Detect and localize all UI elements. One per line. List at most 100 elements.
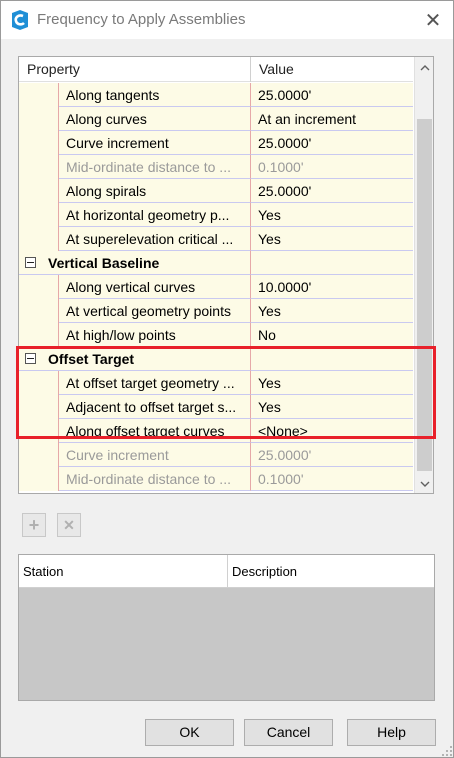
scroll-up-icon[interactable] <box>415 59 433 76</box>
property-value[interactable]: Yes <box>251 203 413 227</box>
row-gutter <box>19 155 41 179</box>
group-label: Offset Target <box>41 347 251 371</box>
property-group-row[interactable]: Offset Target <box>19 347 413 371</box>
column-header-description[interactable]: Description <box>228 555 434 588</box>
row-indent <box>41 227 59 251</box>
property-row[interactable]: Mid-ordinate distance to ... 0.1000' <box>19 467 413 491</box>
property-name: Mid-ordinate distance to ... <box>59 467 251 491</box>
dialog-window: Frequency to Apply Assemblies ✕ Property… <box>0 0 454 758</box>
delete-icon: ✕ <box>63 516 75 533</box>
property-grid: Property Value Along tangents 25.0000' Alo… <box>18 56 434 494</box>
window-title: Frequency to Apply Assemblies <box>37 11 246 28</box>
property-row[interactable]: Mid-ordinate distance to ... 0.1000' <box>19 155 413 179</box>
collapse-icon[interactable] <box>25 257 36 268</box>
help-button[interactable]: Help <box>347 719 436 746</box>
property-value[interactable]: 25.0000' <box>251 179 413 203</box>
property-name: At horizontal geometry p... <box>59 203 251 227</box>
cancel-button[interactable]: Cancel <box>244 719 333 746</box>
property-row[interactable]: Along vertical curves 10.0000' <box>19 275 413 299</box>
property-name: Along curves <box>59 107 251 131</box>
property-row[interactable]: Along spirals 25.0000' <box>19 179 413 203</box>
property-value[interactable]: 25.0000' <box>251 131 413 155</box>
property-row[interactable]: Along tangents 25.0000' <box>19 83 413 107</box>
property-name: Adjacent to offset target s... <box>59 395 251 419</box>
row-gutter <box>19 275 41 299</box>
column-header-station[interactable]: Station <box>19 555 228 588</box>
property-value[interactable]: 25.0000' <box>251 443 413 467</box>
row-indent <box>41 419 59 443</box>
group-label: Vertical Baseline <box>41 251 251 275</box>
property-row[interactable]: At superelevation critical ... Yes <box>19 227 413 251</box>
row-gutter <box>19 323 41 347</box>
row-gutter <box>19 299 41 323</box>
resize-grip-icon[interactable] <box>441 745 453 757</box>
row-indent <box>41 107 59 131</box>
property-value[interactable]: 25.0000' <box>251 83 413 107</box>
title-bar[interactable]: Frequency to Apply Assemblies ✕ <box>1 1 453 39</box>
property-name: Along spirals <box>59 179 251 203</box>
column-header-value[interactable]: Value <box>251 57 413 82</box>
add-station-button[interactable]: + <box>22 513 46 537</box>
property-row[interactable]: Along offset target curves <None> <box>19 419 413 443</box>
property-name: Curve increment <box>59 131 251 155</box>
row-gutter <box>19 83 41 107</box>
property-value[interactable]: Yes <box>251 395 413 419</box>
property-value[interactable]: No <box>251 323 413 347</box>
property-name: Mid-ordinate distance to ... <box>59 155 251 179</box>
property-value[interactable]: At an increment <box>251 107 413 131</box>
row-gutter <box>19 371 41 395</box>
column-header-property[interactable]: Property <box>19 57 251 82</box>
row-indent <box>41 83 59 107</box>
row-gutter <box>19 419 41 443</box>
station-list-header: Station Description <box>19 555 434 588</box>
row-gutter <box>19 347 41 371</box>
property-value[interactable]: <None> <box>251 419 413 443</box>
property-row[interactable]: Curve increment 25.0000' <box>19 443 413 467</box>
property-value[interactable]: 0.1000' <box>251 155 413 179</box>
close-icon: ✕ <box>424 9 442 32</box>
property-value[interactable]: 0.1000' <box>251 467 413 491</box>
row-gutter <box>19 227 41 251</box>
property-grid-scrollbar[interactable] <box>414 57 433 493</box>
civil3d-app-icon <box>12 10 28 30</box>
row-indent <box>41 155 59 179</box>
close-button[interactable]: ✕ <box>415 4 451 36</box>
row-indent <box>41 371 59 395</box>
row-indent <box>41 443 59 467</box>
property-row[interactable]: At horizontal geometry p... Yes <box>19 203 413 227</box>
row-gutter <box>19 251 41 275</box>
scroll-thumb[interactable] <box>417 119 432 471</box>
property-value[interactable]: 10.0000' <box>251 275 413 299</box>
property-row[interactable]: At high/low points No <box>19 323 413 347</box>
property-name: At vertical geometry points <box>59 299 251 323</box>
property-row[interactable]: At offset target geometry ... Yes <box>19 371 413 395</box>
property-value[interactable]: Yes <box>251 371 413 395</box>
collapse-icon[interactable] <box>25 353 36 364</box>
property-name: Along vertical curves <box>59 275 251 299</box>
property-grid-header: Property Value <box>19 57 413 82</box>
property-value <box>251 347 413 371</box>
property-name: Along offset target curves <box>59 419 251 443</box>
property-value[interactable]: Yes <box>251 299 413 323</box>
row-indent <box>41 467 59 491</box>
delete-station-button[interactable]: ✕ <box>57 513 81 537</box>
row-indent <box>41 299 59 323</box>
property-name: At high/low points <box>59 323 251 347</box>
property-name: Along tangents <box>59 83 251 107</box>
row-gutter <box>19 467 41 491</box>
property-value <box>251 251 413 275</box>
property-row[interactable]: Along curves At an increment <box>19 107 413 131</box>
property-row[interactable]: Adjacent to offset target s... Yes <box>19 395 413 419</box>
station-list[interactable]: Station Description <box>18 554 435 701</box>
row-indent <box>41 203 59 227</box>
property-group-row[interactable]: Vertical Baseline <box>19 251 413 275</box>
property-row[interactable]: Curve increment 25.0000' <box>19 131 413 155</box>
property-name: At superelevation critical ... <box>59 227 251 251</box>
scroll-down-icon[interactable] <box>415 475 433 492</box>
property-value[interactable]: Yes <box>251 227 413 251</box>
property-name: At offset target geometry ... <box>59 371 251 395</box>
row-indent <box>41 131 59 155</box>
property-row[interactable]: At vertical geometry points Yes <box>19 299 413 323</box>
property-name: Curve increment <box>59 443 251 467</box>
ok-button[interactable]: OK <box>145 719 234 746</box>
